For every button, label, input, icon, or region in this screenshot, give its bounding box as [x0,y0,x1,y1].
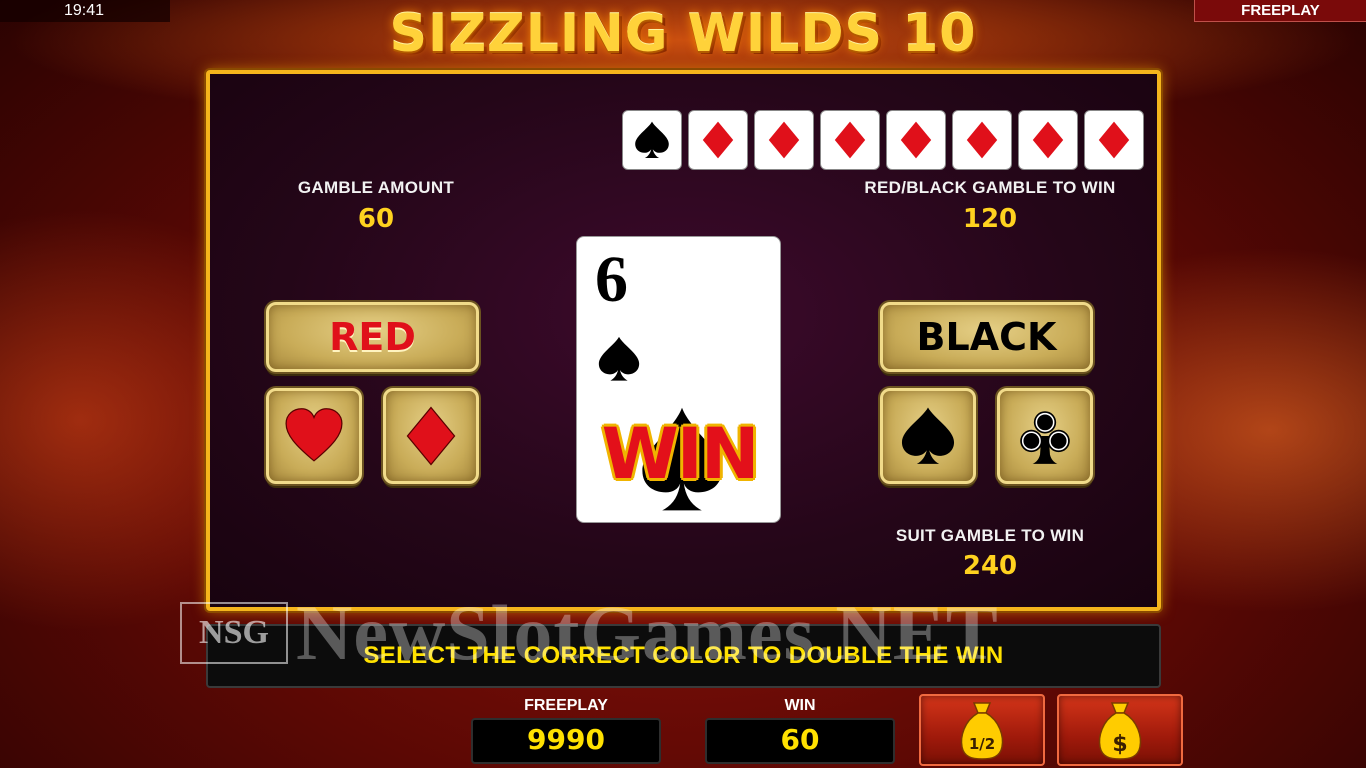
red-button-label: RED [329,315,416,359]
spade-suit-button[interactable] [880,388,976,484]
color-gamble-win-value: 120 [962,204,1018,234]
black-button[interactable]: BLACK [880,302,1093,372]
revealed-card: 6 WIN [576,236,781,523]
money-bag-dollar-icon: $ [1098,702,1142,760]
diamond-icon [1032,121,1064,159]
win-label: WIN [784,697,816,714]
heart-suit-button[interactable] [266,388,362,484]
suit-gamble-win-value: 240 [962,551,1018,581]
collect-half-button[interactable]: 1/2 [919,694,1045,766]
history-card [622,110,682,170]
spade-icon [901,407,955,464]
club-icon [1020,411,1070,464]
color-gamble-win-label: RED/BLACK GAMBLE TO WIN [864,178,1116,197]
history-card [886,110,946,170]
diamond-suit-button[interactable] [383,388,479,484]
freeplay-balance: 9990 [471,718,661,764]
diamond-icon [702,121,734,159]
club-suit-button[interactable] [997,388,1093,484]
diamond-icon [1098,121,1130,159]
gamble-amount-value: 60 [357,204,395,234]
win-amount: 60 [705,718,895,764]
card-history [622,110,1144,170]
win-result-text: WIN [601,413,760,495]
gamble-amount-label: GAMBLE AMOUNT [297,178,455,197]
spade-icon [598,336,640,381]
black-button-label: BLACK [916,315,1057,359]
collect-all-button[interactable]: $ [1057,694,1183,766]
diamond-icon [834,121,866,159]
history-card [952,110,1012,170]
diamond-icon [900,121,932,159]
history-card [688,110,748,170]
suit-gamble-win-label: SUIT GAMBLE TO WIN [895,526,1085,545]
freeplay-label: FREEPLAY [524,697,608,714]
svg-text:1/2: 1/2 [969,735,995,753]
diamond-icon [768,121,800,159]
history-card [820,110,880,170]
game-title-logo: SIZZLING WILDS 10 [389,4,977,64]
history-card [1084,110,1144,170]
red-button[interactable]: RED [266,302,479,372]
spade-icon [635,121,669,158]
diamond-icon [406,406,456,466]
heart-icon [285,408,343,462]
svg-text:$: $ [1112,732,1127,757]
money-bag-half-icon: 1/2 [960,702,1004,760]
diamond-icon [966,121,998,159]
instruction-message: SELECT THE CORRECT COLOR TO DOUBLE THE W… [206,624,1161,688]
card-rank: 6 [595,243,628,316]
history-card [1018,110,1078,170]
history-card [754,110,814,170]
